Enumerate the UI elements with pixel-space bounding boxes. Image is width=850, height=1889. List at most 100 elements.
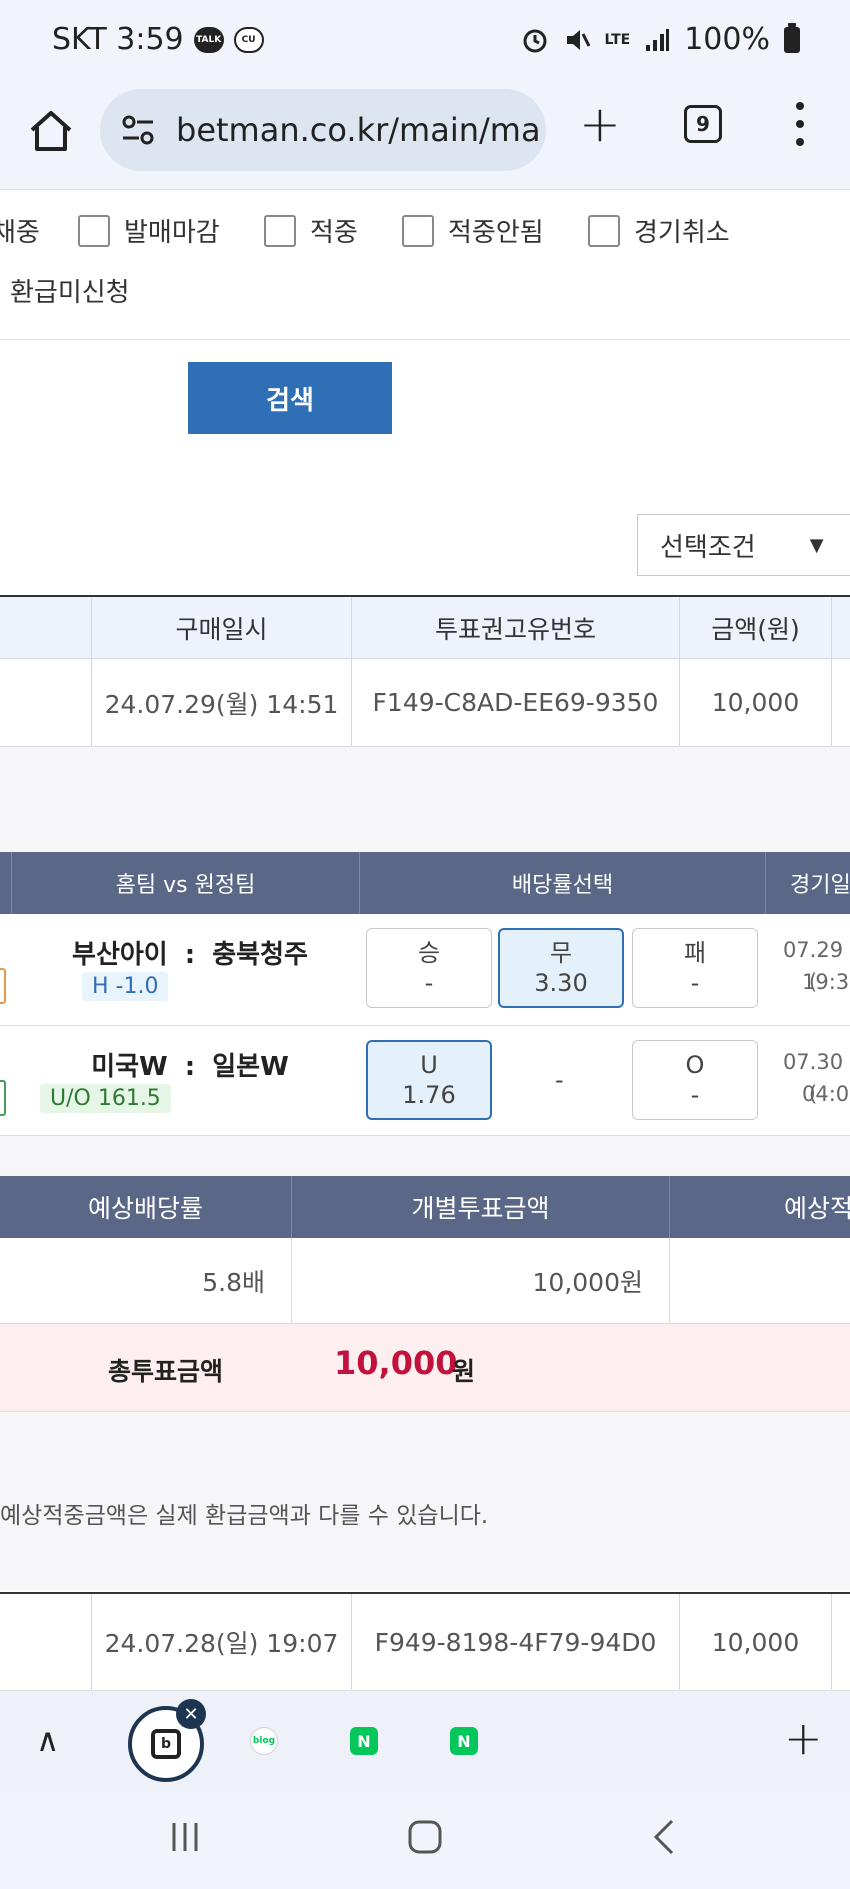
naver-icon[interactable]: N xyxy=(350,1727,378,1755)
search-button[interactable]: 검색 xyxy=(188,362,392,434)
home-nav-icon[interactable] xyxy=(406,1818,444,1856)
handicap-badge: H -1.0 xyxy=(82,972,169,1001)
checkbox[interactable] xyxy=(264,214,296,247)
filter-option-partial[interactable]: 채중 xyxy=(0,212,40,249)
tab-glyph: b xyxy=(151,1729,181,1759)
match-teams: 부산아이 : 충북청주 xyxy=(70,934,310,971)
alarm-icon xyxy=(523,29,546,52)
browser-toolbar: betman.co.kr/main/ma + 9 xyxy=(0,86,850,190)
naver-icon[interactable]: N xyxy=(450,1727,478,1755)
site-settings-icon[interactable] xyxy=(120,112,156,148)
header-cell xyxy=(0,852,12,914)
filter-option-miss[interactable]: 적중안됨 xyxy=(402,212,544,249)
header-game-date: 경기일 xyxy=(790,873,850,898)
odd-none: - xyxy=(555,1066,564,1094)
odd-label: U xyxy=(420,1051,438,1079)
bet-amount: 10,000원 xyxy=(292,1238,670,1323)
battery-icon xyxy=(784,22,800,53)
odd-lose-button[interactable]: 패 - xyxy=(632,928,758,1008)
checkbox[interactable] xyxy=(78,214,110,247)
amount: 10,000 xyxy=(680,659,832,746)
filter-option-cancelled[interactable]: 경기취소 xyxy=(588,212,730,249)
games-table-header: 홈팀 vs 원정팀 배당률선택 경기일 xyxy=(0,852,850,914)
chevron-up-icon[interactable]: ∧ xyxy=(36,1721,59,1759)
section-spacer xyxy=(0,747,850,852)
odd-value: - xyxy=(424,969,434,997)
ticket-id: F949-8198-4F79-94D0 xyxy=(352,1594,680,1690)
mute-icon xyxy=(566,29,590,50)
filter-option-refund-unclaimed[interactable]: 환급미신청 xyxy=(10,272,130,309)
expected-odds: 5.8배 xyxy=(0,1238,292,1323)
back-icon[interactable] xyxy=(650,1818,680,1856)
close-icon[interactable]: ✕ xyxy=(176,1699,206,1729)
lte-indicator: LTE xyxy=(604,31,631,48)
header-cell xyxy=(0,597,92,658)
total-value: 10,000 xyxy=(334,1344,458,1382)
blog-icon[interactable]: blog xyxy=(250,1727,278,1755)
filter-option-hit[interactable]: 적중 xyxy=(264,212,358,249)
odd-value: - xyxy=(690,1081,700,1109)
recent-apps-icon[interactable] xyxy=(168,1820,202,1854)
condition-select[interactable]: 선택조건 ▼ xyxy=(637,514,850,576)
checkbox[interactable] xyxy=(588,214,620,247)
odd-over-button[interactable]: O - xyxy=(632,1040,758,1120)
tab-switcher-button[interactable]: 9 xyxy=(684,105,722,143)
vs-separator: : xyxy=(184,940,196,970)
status-left: SKT 3:59 TALK CU xyxy=(52,22,264,57)
header-bet-amount: 개별투표금액 xyxy=(292,1176,670,1238)
game-time: 19:3 xyxy=(802,970,850,994)
odd-win-button[interactable]: 승 - xyxy=(366,928,492,1008)
odd-value: - xyxy=(690,969,700,997)
game-time: 04:0 xyxy=(802,1082,850,1106)
odd-under-button[interactable]: U 1.76 xyxy=(366,1040,492,1120)
checkbox[interactable] xyxy=(402,214,434,247)
odd-label: 승 xyxy=(417,939,441,967)
cu-icon: CU xyxy=(233,26,264,53)
filter-label: 환급미신청 xyxy=(10,278,130,308)
status-bar: SKT 3:59 TALK CU LTE 100% xyxy=(0,0,850,86)
total-label: 총투표금액 xyxy=(108,1357,224,1386)
filter-label: 적중안됨 xyxy=(448,218,544,248)
filter-label: 발매마감 xyxy=(124,218,220,248)
table-row[interactable]: 24.07.28(일) 19:07 F949-8198-4F79-94D0 10… xyxy=(0,1592,850,1690)
select-value: 선택조건 xyxy=(660,532,756,563)
filter-label: 적중 xyxy=(310,218,358,248)
filter-label: 채중 xyxy=(0,218,40,248)
header-teams: 홈팀 vs 원정팀 xyxy=(12,852,360,914)
new-tab-button[interactable]: + xyxy=(578,99,622,149)
system-nav-bar xyxy=(0,1790,850,1889)
table-row[interactable]: 24.07.29(월) 14:51 F149-C8AD-EE69-9350 10… xyxy=(0,659,850,747)
browser-bottom-toolbar: ∧ b ✕ blog N N + xyxy=(0,1690,850,1790)
url-text: betman.co.kr/main/ma xyxy=(176,111,541,149)
row-cell xyxy=(0,659,92,746)
battery-percent: 100% xyxy=(684,22,770,57)
purchase-table-header: 구매일시 투표권고유번호 금액(원) xyxy=(0,595,850,659)
header-amount: 금액(원) xyxy=(680,597,832,658)
section-spacer xyxy=(0,1136,850,1176)
match-teams: 미국W : 일본W xyxy=(70,1046,310,1083)
vs-separator: : xyxy=(184,1052,196,1082)
away-team: 일본W xyxy=(212,1052,289,1082)
status-right: LTE 100% xyxy=(521,22,800,57)
header-expected-win: 예상적 xyxy=(784,1194,850,1223)
signal-icon xyxy=(646,28,670,51)
total-row: 총투표금액 10,000 원 xyxy=(0,1324,850,1412)
home-icon[interactable] xyxy=(26,106,76,156)
purchase-date: 24.07.29(월) 14:51 xyxy=(92,659,352,746)
filter-option-closed[interactable]: 발매마감 xyxy=(78,212,220,249)
header-odds-select: 배당률선택 xyxy=(360,852,766,914)
header-expected-odds: 예상배당률 xyxy=(0,1176,292,1238)
add-shortcut-icon[interactable]: + xyxy=(784,1711,823,1765)
total-unit: 원 xyxy=(452,1357,476,1386)
odd-draw-button[interactable]: 무 3.30 xyxy=(498,928,624,1008)
address-bar[interactable]: betman.co.kr/main/ma xyxy=(100,89,546,171)
home-team: 부산아이 xyxy=(72,940,168,970)
odd-label: O xyxy=(685,1051,705,1079)
kakaotalk-icon: TALK xyxy=(193,26,224,53)
game-row: 미국W : 일본W U/O 161.5 U 1.76 - O - 07.30 (… xyxy=(0,1026,850,1136)
odd-value: 1.76 xyxy=(402,1081,456,1109)
carrier-time: SKT 3:59 xyxy=(52,22,184,57)
more-menu-icon[interactable] xyxy=(793,102,807,146)
summary-table-header: 예상배당률 개별투표금액 예상적 xyxy=(0,1176,850,1238)
game-type-badge xyxy=(0,1080,6,1116)
